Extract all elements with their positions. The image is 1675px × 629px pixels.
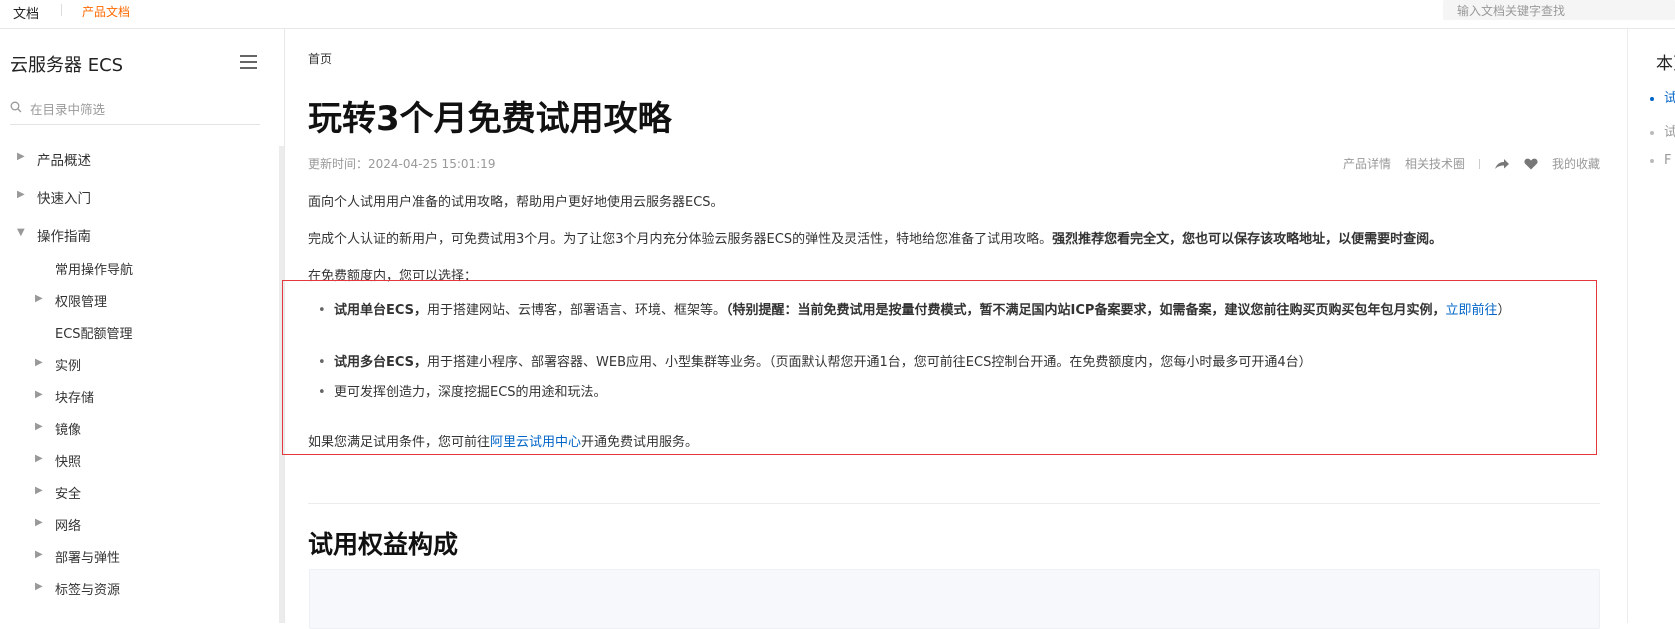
paragraph-emphasis: 强烈推荐您看完全文，您也可以保存该攻略地址，以便需要时查阅。	[1052, 232, 1443, 247]
my-favorites-link[interactable]: 我的收藏	[1552, 155, 1600, 172]
paragraph-text: 开通免费试用服务。	[581, 435, 699, 450]
docs-brand-link[interactable]: 文档	[13, 3, 39, 22]
caret-right-icon: ▶	[17, 151, 25, 162]
benefits-card	[309, 569, 1600, 629]
update-time: 更新时间：2024-04-25 15:01:19	[308, 157, 496, 171]
breadcrumb-home[interactable]: 首页	[308, 50, 332, 67]
sidebar-item-label: 常用操作导航	[55, 263, 134, 278]
sidebar-item-image[interactable]: ▶ 镜像	[0, 412, 278, 446]
caret-right-icon: ▶	[35, 389, 43, 400]
list-item-text: 用于搭建网站、云博客，部署语言、环境、框架等。	[427, 303, 727, 318]
toc-item-label: F	[1664, 153, 1672, 168]
sidebar-item-product-overview[interactable]: ▶ 产品概述	[0, 142, 278, 176]
section-heading: 试用权益构成	[308, 530, 459, 559]
sidebar-item-deploy-elastic[interactable]: ▶ 部署与弹性	[0, 540, 278, 574]
product-detail-link[interactable]: 产品详情	[1343, 155, 1391, 172]
toc-item[interactable]: 试	[1650, 121, 1675, 140]
caret-right-icon: ▶	[35, 453, 43, 464]
sidebar-item-label: 镜像	[55, 423, 82, 438]
sidebar-item-tags-resources[interactable]: ▶ 标签与资源	[0, 572, 278, 606]
go-now-link[interactable]: 立即前往	[1445, 303, 1497, 318]
doc-actions: 产品详情 相关技术圈 我的收藏	[1343, 155, 1600, 172]
sidebar-item-permission[interactable]: ▶ 权限管理	[0, 284, 278, 318]
bullet-icon	[1650, 130, 1654, 135]
sidebar-item-label: ECS配额管理	[55, 327, 133, 342]
sidebar-item-label: 网络	[55, 519, 82, 534]
share-icon[interactable]	[1494, 158, 1510, 170]
catalog-filter-input[interactable]: 在目录中筛选	[10, 97, 260, 125]
sidebar-item-label: 安全	[55, 487, 82, 502]
paragraph-text: 完成个人认证的新用户，可免费试用3个月。为了让您3个月内充分体验云服务器ECS的…	[308, 232, 1053, 247]
list-item: • 更可发挥创造力，深度挖掘ECS的用途和玩法。	[318, 381, 1604, 405]
caret-right-icon: ▶	[17, 189, 25, 200]
caret-right-icon: ▶	[35, 517, 43, 528]
top-bar: 文档 产品文档 输入文档关键字查找	[0, 0, 1675, 29]
menu-icon[interactable]	[240, 55, 257, 69]
sidebar-item-label: 快速入门	[37, 191, 91, 207]
page-title: 玩转3个月免费试用攻略	[308, 99, 672, 139]
sidebar-title: 云服务器 ECS	[10, 55, 124, 76]
toc-item[interactable]: F	[1650, 153, 1671, 168]
toc-item[interactable]: 试	[1650, 87, 1675, 106]
sidebar-item-operation-guide[interactable]: ▼ 操作指南	[0, 218, 278, 252]
doc-search-input[interactable]: 输入文档关键字查找	[1443, 0, 1675, 20]
caret-down-icon: ▼	[17, 227, 25, 238]
list-item-bold: 试用单台ECS，	[334, 303, 428, 318]
caret-right-icon: ▶	[35, 357, 43, 368]
sidebar-item-security[interactable]: ▶ 安全	[0, 476, 278, 510]
sidebar: 云服务器 ECS 在目录中筛选 ▶ 产品概述 ▶ 快速入门 ▼ 操作指南 常用操…	[0, 29, 285, 623]
list-item-note: （特别提醒：当前免费试用是按量付费模式，暂不满足国内站ICP备案要求，如需备案，…	[726, 303, 1446, 318]
toc-title: 本页	[1656, 54, 1675, 74]
bullet-icon: •	[318, 385, 326, 400]
sidebar-item-network[interactable]: ▶ 网络	[0, 508, 278, 542]
product-docs-link[interactable]: 产品文档	[82, 3, 130, 20]
caret-right-icon: ▶	[35, 293, 43, 304]
bullet-icon	[1650, 158, 1654, 163]
caret-right-icon: ▶	[35, 485, 43, 496]
sidebar-item-label: 实例	[55, 359, 82, 374]
sidebar-item-label: 快照	[55, 455, 82, 470]
sidebar-item-label: 块存储	[55, 391, 95, 406]
divider	[1478, 158, 1480, 169]
sidebar-item-quick-start[interactable]: ▶ 快速入门	[0, 180, 278, 214]
filter-placeholder: 在目录中筛选	[30, 102, 106, 117]
bullet-icon: •	[318, 303, 326, 318]
heart-icon[interactable]	[1524, 158, 1538, 170]
trial-paragraph: 如果您满足试用条件，您可前往阿里云试用中心开通免费试用服务。	[308, 431, 698, 450]
bullet-icon	[1650, 96, 1654, 101]
list-item-text: 用于搭建小程序、部署容器、WEB应用、小型集群等业务。（页面默认帮您开通1台，您…	[427, 355, 1312, 370]
paragraph-text: 如果您满足试用条件，您可前往	[308, 435, 491, 450]
list-item-text: 更可发挥创造力，深度挖掘ECS的用途和玩法。	[334, 385, 607, 400]
sidebar-item-label: 操作指南	[37, 229, 91, 245]
related-circle-link[interactable]: 相关技术圈	[1405, 155, 1465, 172]
sidebar-item-common-nav[interactable]: 常用操作导航	[0, 252, 278, 286]
list-item: • 试用单台ECS，用于搭建网站、云博客，部署语言、环境、框架等。（特别提醒：当…	[318, 299, 1604, 323]
caret-right-icon: ▶	[35, 549, 43, 560]
list-item-bold: 试用多台ECS，	[334, 355, 428, 370]
trial-center-link[interactable]: 阿里云试用中心	[490, 435, 581, 450]
toc-item-label: 试	[1664, 91, 1675, 106]
list-item-end: ）	[1497, 303, 1511, 318]
sidebar-item-label: 产品概述	[37, 153, 91, 169]
caret-right-icon: ▶	[35, 581, 43, 592]
page-toc: 本页 试 试 F	[1627, 29, 1675, 623]
search-placeholder: 输入文档关键字查找	[1457, 4, 1566, 18]
sidebar-item-label: 部署与弹性	[55, 551, 121, 566]
search-icon	[10, 101, 22, 113]
list-item: • 试用多台ECS，用于搭建小程序、部署容器、WEB应用、小型集群等业务。（页面…	[318, 351, 1604, 375]
section-divider	[308, 503, 1600, 504]
divider	[61, 4, 62, 16]
intro-paragraph: 面向个人试用用户准备的试用攻略，帮助用户更好地使用云服务器ECS。	[308, 195, 724, 210]
sidebar-item-instance[interactable]: ▶ 实例	[0, 348, 278, 382]
sidebar-item-block-storage[interactable]: ▶ 块存储	[0, 380, 278, 414]
sidebar-item-snapshot[interactable]: ▶ 快照	[0, 444, 278, 478]
doc-content: 首页 玩转3个月免费试用攻略 更新时间：2024-04-25 15:01:19 …	[282, 29, 1600, 629]
caret-right-icon: ▶	[35, 421, 43, 432]
sidebar-item-label: 权限管理	[55, 295, 108, 310]
bullet-icon: •	[318, 355, 326, 370]
new-user-paragraph: 完成个人认证的新用户，可免费试用3个月。为了让您3个月内充分体验云服务器ECS的…	[308, 228, 1442, 247]
sidebar-item-label: 标签与资源	[55, 583, 121, 598]
toc-item-label: 试	[1664, 125, 1675, 140]
sidebar-item-quota[interactable]: ECS配额管理	[0, 316, 278, 350]
